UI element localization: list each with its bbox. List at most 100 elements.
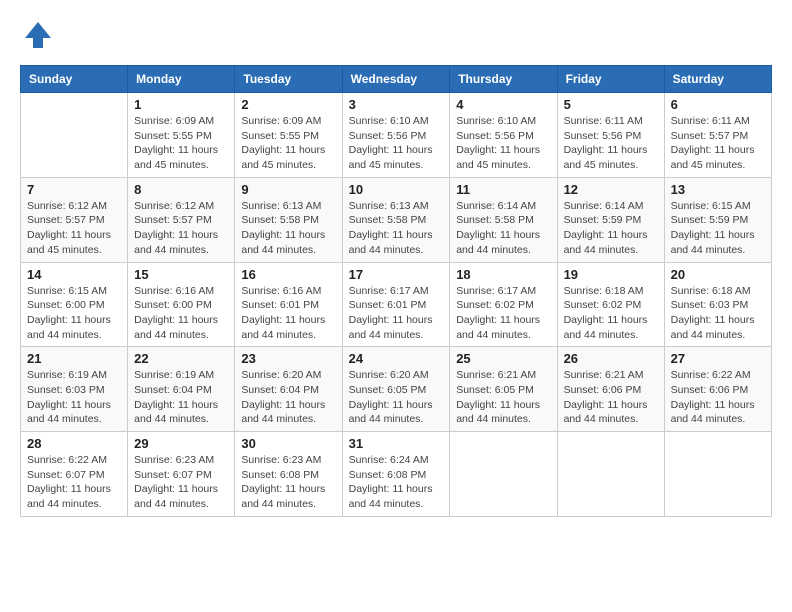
day-number: 26 [564,351,658,366]
day-number: 23 [241,351,335,366]
day-info: Sunrise: 6:16 AM Sunset: 6:00 PM Dayligh… [134,284,228,343]
day-number: 3 [349,97,444,112]
day-info: Sunrise: 6:14 AM Sunset: 5:59 PM Dayligh… [564,199,658,258]
calendar-day-header: Sunday [21,66,128,93]
page-header [20,20,772,55]
calendar-cell: 15 Sunrise: 6:16 AM Sunset: 6:00 PM Dayli… [128,262,235,347]
day-info: Sunrise: 6:15 AM Sunset: 5:59 PM Dayligh… [671,199,765,258]
day-number: 27 [671,351,765,366]
day-number: 20 [671,267,765,282]
calendar-cell: 19Sunrise: 6:18 AM Sunset: 6:02 PM Dayli… [557,262,664,347]
day-info: Sunrise: 6:19 AM Sunset: 6:03 PM Dayligh… [27,368,121,427]
day-number: 25 [456,351,550,366]
day-info: Sunrise: 6:10 AM Sunset: 5:56 PM Dayligh… [349,114,444,173]
day-info: Sunrise: 6:19 AM Sunset: 6:04 PM Dayligh… [134,368,228,427]
day-info: Sunrise: 6:23 AM Sunset: 6:08 PM Dayligh… [241,453,335,512]
calendar-week-row: 1 Sunrise: 6:09 AM Sunset: 5:55 PM Daylig… [21,93,772,178]
day-info: Sunrise: 6:12 AM Sunset: 5:57 PM Dayligh… [134,199,228,258]
day-number: 6 [671,97,765,112]
day-number: 11 [456,182,550,197]
calendar-week-row: 21 Sunrise: 6:19 AM Sunset: 6:03 PM Dayli… [21,347,772,432]
day-info: Sunrise: 6:22 AM Sunset: 6:07 PM Dayligh… [27,453,121,512]
calendar-cell: 4 Sunrise: 6:10 AM Sunset: 5:56 PM Daylig… [450,93,557,178]
calendar-cell: 10 Sunrise: 6:13 AM Sunset: 5:58 PM Dayli… [342,177,450,262]
calendar-cell: 22 Sunrise: 6:19 AM Sunset: 6:04 PM Dayli… [128,347,235,432]
day-info: Sunrise: 6:11 AM Sunset: 5:57 PM Dayligh… [671,114,765,173]
day-number: 5 [564,97,658,112]
calendar-cell [557,432,664,517]
calendar-cell: 5 Sunrise: 6:11 AM Sunset: 5:56 PM Daylig… [557,93,664,178]
day-info: Sunrise: 6:23 AM Sunset: 6:07 PM Dayligh… [134,453,228,512]
day-number: 2 [241,97,335,112]
calendar-cell: 7 Sunrise: 6:12 AM Sunset: 5:57 PM Daylig… [21,177,128,262]
day-number: 16 [241,267,335,282]
calendar-cell: 8 Sunrise: 6:12 AM Sunset: 5:57 PM Daylig… [128,177,235,262]
calendar-cell: 16 Sunrise: 6:16 AM Sunset: 6:01 PM Dayli… [235,262,342,347]
day-info: Sunrise: 6:24 AM Sunset: 6:08 PM Dayligh… [349,453,444,512]
day-number: 31 [349,436,444,451]
calendar-cell: 25 Sunrise: 6:21 AM Sunset: 6:05 PM Dayli… [450,347,557,432]
day-number: 1 [134,97,228,112]
day-number: 15 [134,267,228,282]
calendar-cell: 6 Sunrise: 6:11 AM Sunset: 5:57 PM Daylig… [664,93,771,178]
calendar-cell: 24 Sunrise: 6:20 AM Sunset: 6:05 PM Dayli… [342,347,450,432]
day-info: Sunrise: 6:18 AM Sunset: 6:02 PM Dayligh… [564,284,658,343]
day-info: Sunrise: 6:16 AM Sunset: 6:01 PM Dayligh… [241,284,335,343]
day-number: 24 [349,351,444,366]
day-info: Sunrise: 6:12 AM Sunset: 5:57 PM Dayligh… [27,199,121,258]
calendar-cell: 29 Sunrise: 6:23 AM Sunset: 6:07 PM Dayli… [128,432,235,517]
day-info: Sunrise: 6:11 AM Sunset: 5:56 PM Dayligh… [564,114,658,173]
day-number: 22 [134,351,228,366]
calendar-cell: 23 Sunrise: 6:20 AM Sunset: 6:04 PM Dayli… [235,347,342,432]
day-info: Sunrise: 6:10 AM Sunset: 5:56 PM Dayligh… [456,114,550,173]
calendar-day-header: Saturday [664,66,771,93]
calendar-cell: 18 Sunrise: 6:17 AM Sunset: 6:02 PM Dayli… [450,262,557,347]
calendar-cell: 1 Sunrise: 6:09 AM Sunset: 5:55 PM Daylig… [128,93,235,178]
calendar-cell: 27Sunrise: 6:22 AM Sunset: 6:06 PM Dayli… [664,347,771,432]
calendar-cell: 14Sunrise: 6:15 AM Sunset: 6:00 PM Dayli… [21,262,128,347]
day-number: 30 [241,436,335,451]
calendar-table: SundayMondayTuesdayWednesdayThursdayFrid… [20,65,772,517]
day-number: 10 [349,182,444,197]
day-number: 21 [27,351,121,366]
day-number: 9 [241,182,335,197]
day-info: Sunrise: 6:09 AM Sunset: 5:55 PM Dayligh… [241,114,335,173]
day-info: Sunrise: 6:20 AM Sunset: 6:04 PM Dayligh… [241,368,335,427]
day-number: 28 [27,436,121,451]
day-number: 8 [134,182,228,197]
logo-icon [23,20,53,50]
calendar-week-row: 7 Sunrise: 6:12 AM Sunset: 5:57 PM Daylig… [21,177,772,262]
calendar-day-header: Wednesday [342,66,450,93]
calendar-cell: 12 Sunrise: 6:14 AM Sunset: 5:59 PM Dayli… [557,177,664,262]
day-info: Sunrise: 6:21 AM Sunset: 6:05 PM Dayligh… [456,368,550,427]
calendar-cell: 17Sunrise: 6:17 AM Sunset: 6:01 PM Dayli… [342,262,450,347]
day-number: 29 [134,436,228,451]
day-info: Sunrise: 6:21 AM Sunset: 6:06 PM Dayligh… [564,368,658,427]
calendar-week-row: 14Sunrise: 6:15 AM Sunset: 6:00 PM Dayli… [21,262,772,347]
calendar-cell: 9 Sunrise: 6:13 AM Sunset: 5:58 PM Daylig… [235,177,342,262]
day-number: 14 [27,267,121,282]
calendar-cell: 2 Sunrise: 6:09 AM Sunset: 5:55 PM Daylig… [235,93,342,178]
day-info: Sunrise: 6:20 AM Sunset: 6:05 PM Dayligh… [349,368,444,427]
day-number: 18 [456,267,550,282]
calendar-cell: 31 Sunrise: 6:24 AM Sunset: 6:08 PM Dayli… [342,432,450,517]
day-number: 17 [349,267,444,282]
day-info: Sunrise: 6:14 AM Sunset: 5:58 PM Dayligh… [456,199,550,258]
day-info: Sunrise: 6:13 AM Sunset: 5:58 PM Dayligh… [349,199,444,258]
day-info: Sunrise: 6:09 AM Sunset: 5:55 PM Dayligh… [134,114,228,173]
calendar-cell [664,432,771,517]
day-number: 7 [27,182,121,197]
calendar-cell: 26 Sunrise: 6:21 AM Sunset: 6:06 PM Dayli… [557,347,664,432]
calendar-day-header: Thursday [450,66,557,93]
day-info: Sunrise: 6:17 AM Sunset: 6:02 PM Dayligh… [456,284,550,343]
logo [20,20,53,55]
calendar-day-header: Monday [128,66,235,93]
day-info: Sunrise: 6:13 AM Sunset: 5:58 PM Dayligh… [241,199,335,258]
calendar-cell: 28 Sunrise: 6:22 AM Sunset: 6:07 PM Dayli… [21,432,128,517]
calendar-cell: 21 Sunrise: 6:19 AM Sunset: 6:03 PM Dayli… [21,347,128,432]
day-number: 12 [564,182,658,197]
day-number: 13 [671,182,765,197]
day-number: 4 [456,97,550,112]
calendar-cell: 30 Sunrise: 6:23 AM Sunset: 6:08 PM Dayli… [235,432,342,517]
calendar-day-header: Tuesday [235,66,342,93]
